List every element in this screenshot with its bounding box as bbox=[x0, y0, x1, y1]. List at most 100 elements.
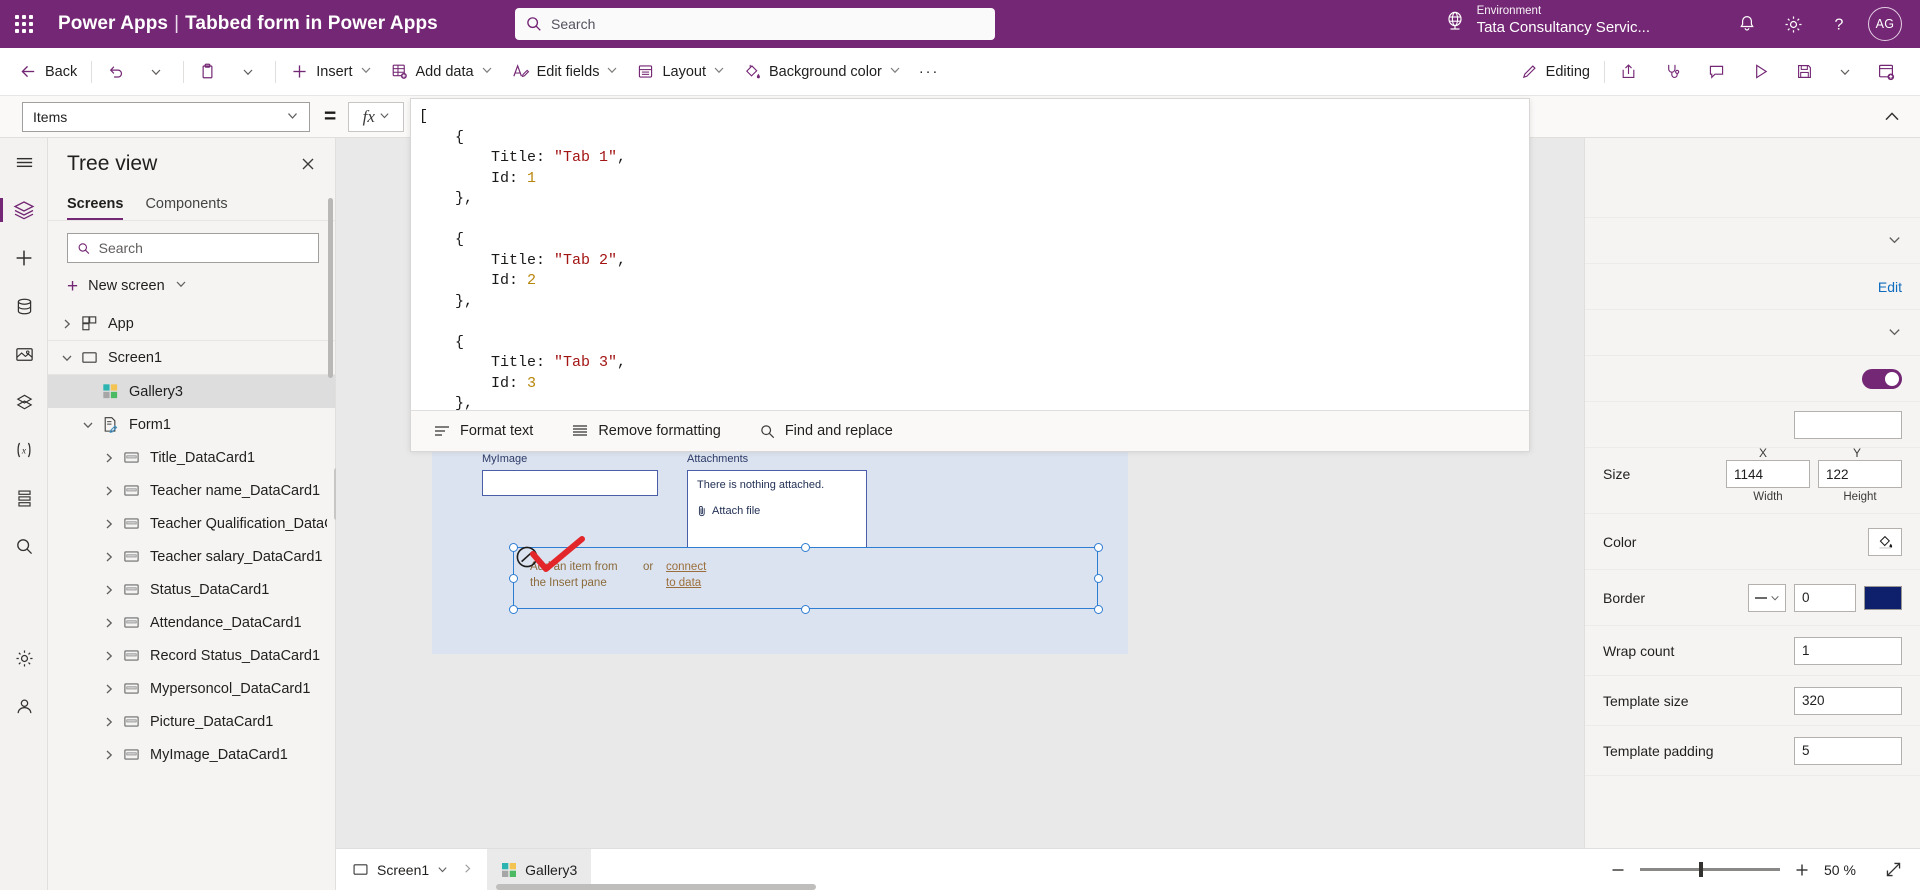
collapse-formula-bar-button[interactable] bbox=[1878, 103, 1906, 131]
property-row-collapse-2[interactable] bbox=[1585, 310, 1920, 356]
breadcrumb-screen[interactable]: Screen1 bbox=[352, 861, 448, 878]
chevron-right-icon[interactable] bbox=[103, 584, 115, 596]
tree-search-input[interactable] bbox=[98, 240, 309, 256]
myimage-input-box[interactable] bbox=[482, 470, 658, 496]
layout-button[interactable]: Layout bbox=[627, 54, 734, 90]
formula-editor[interactable]: [ { Title: "Tab 1", Id: 1 }, { Title: "T… bbox=[410, 98, 1530, 450]
resize-handle-e[interactable] bbox=[1094, 574, 1103, 583]
tree-item-record-status-datacard1[interactable]: Record Status_DataCard1 bbox=[48, 639, 335, 672]
tree-item-twisty[interactable] bbox=[56, 318, 78, 330]
rail-power-automate-icon[interactable] bbox=[0, 378, 48, 426]
gallery-placeholder-connect[interactable]: connect to data bbox=[666, 560, 736, 591]
chevron-right-icon[interactable] bbox=[103, 749, 115, 761]
tree-item-screen1[interactable]: Screen1 bbox=[48, 341, 335, 374]
rail-tree-view-icon[interactable] bbox=[0, 186, 48, 234]
tree-item-twisty[interactable] bbox=[98, 518, 120, 530]
zoom-out-button[interactable] bbox=[1606, 858, 1630, 882]
generic-value-field[interactable] bbox=[1794, 410, 1902, 439]
insert-button[interactable]: Insert bbox=[281, 54, 380, 90]
border-style-select[interactable] bbox=[1748, 583, 1786, 612]
tree-item-teacher-salary-datacard1[interactable]: Teacher salary_DataCard1 bbox=[48, 540, 335, 573]
visible-toggle[interactable] bbox=[1862, 368, 1902, 389]
connect-to-data-link-2[interactable]: to data bbox=[666, 577, 701, 589]
tree-item-twisty[interactable] bbox=[77, 419, 99, 431]
find-and-replace-button[interactable]: Find and replace bbox=[753, 415, 899, 447]
bell-icon[interactable] bbox=[1724, 0, 1770, 48]
formula-code[interactable]: [ { Title: "Tab 1", Id: 1 }, { Title: "T… bbox=[411, 99, 1529, 415]
save-chevron-button[interactable] bbox=[1830, 54, 1867, 90]
tree-item-teacher-qualification-datacard1[interactable]: Teacher Qualification_DataCard1 bbox=[48, 507, 335, 540]
tab-components[interactable]: Components bbox=[145, 190, 227, 220]
resize-handle-n[interactable] bbox=[801, 543, 810, 552]
chevron-right-icon[interactable] bbox=[103, 518, 115, 530]
share-button[interactable] bbox=[1610, 54, 1654, 90]
waffle-icon[interactable] bbox=[0, 0, 48, 48]
undo-chevron-button[interactable] bbox=[141, 54, 178, 90]
editing-mode-button[interactable]: Editing bbox=[1511, 54, 1599, 90]
tree-scrollbar[interactable] bbox=[328, 138, 333, 890]
tree-item-teacher-name-datacard1[interactable]: Teacher name_DataCard1 bbox=[48, 474, 335, 507]
paste-chevron-button[interactable] bbox=[233, 54, 270, 90]
tree-item-twisty[interactable] bbox=[98, 617, 120, 629]
attachments-box[interactable]: There is nothing attached. Attach file bbox=[687, 470, 867, 548]
new-screen-button[interactable]: + New screen bbox=[67, 269, 257, 303]
chevron-down-icon[interactable] bbox=[1887, 324, 1902, 342]
gallery-selection-frame[interactable]: Add an item from the Insert pane or conn… bbox=[513, 547, 1098, 609]
tree-scroll-thumb[interactable] bbox=[328, 198, 333, 378]
resize-handle-ne[interactable] bbox=[1094, 543, 1103, 552]
tree-item-status-datacard1[interactable]: Status_DataCard1 bbox=[48, 573, 335, 606]
resize-handle-nw[interactable] bbox=[509, 543, 518, 552]
avatar[interactable]: AG bbox=[1868, 7, 1902, 41]
back-button[interactable]: Back bbox=[10, 54, 86, 90]
save-button[interactable] bbox=[1786, 54, 1830, 90]
edit-link[interactable]: Edit bbox=[1878, 279, 1902, 295]
tree-item-twisty[interactable] bbox=[98, 452, 120, 464]
rail-media-icon[interactable] bbox=[0, 330, 48, 378]
tree-item-twisty[interactable] bbox=[98, 716, 120, 728]
tree-item-twisty[interactable] bbox=[56, 352, 78, 364]
property-selector[interactable]: Items bbox=[22, 101, 310, 132]
question-mark-icon[interactable]: ? bbox=[1816, 0, 1862, 48]
zoom-slider-knob[interactable] bbox=[1698, 862, 1703, 877]
border-color-swatch[interactable] bbox=[1864, 585, 1902, 610]
tree-item-twisty[interactable] bbox=[98, 485, 120, 497]
more-commands-button[interactable]: ··· bbox=[910, 54, 949, 90]
app-checker-button[interactable] bbox=[1654, 54, 1698, 90]
tree-item-form1[interactable]: Form1 bbox=[48, 408, 335, 441]
chevron-right-icon[interactable] bbox=[103, 485, 115, 497]
template-padding-input[interactable]: 5 bbox=[1794, 736, 1902, 765]
remove-formatting-button[interactable]: Remove formatting bbox=[565, 415, 727, 447]
tree-item-app[interactable]: App bbox=[48, 307, 335, 340]
rail-data-icon[interactable] bbox=[0, 282, 48, 330]
tree-item-twisty[interactable] bbox=[98, 749, 120, 761]
zoom-slider[interactable] bbox=[1640, 862, 1780, 877]
publish-button[interactable] bbox=[1867, 54, 1912, 90]
close-icon[interactable] bbox=[297, 153, 319, 175]
gear-icon[interactable] bbox=[1770, 0, 1816, 48]
chevron-down-icon[interactable] bbox=[1887, 232, 1902, 250]
tree-item-picture-datacard1[interactable]: Picture_DataCard1 bbox=[48, 705, 335, 738]
height-input[interactable]: 122 bbox=[1818, 460, 1902, 488]
tree-item-twisty[interactable] bbox=[98, 584, 120, 596]
edit-fields-button[interactable]: Edit fields bbox=[502, 54, 628, 90]
rail-search-icon[interactable] bbox=[0, 522, 48, 570]
tree-item-title-datacard1[interactable]: Title_DataCard1 bbox=[48, 441, 335, 474]
environment-picker[interactable]: Environment Tata Consultancy Servic... bbox=[1442, 5, 1650, 37]
tree-item-mypersoncol-datacard1[interactable]: Mypersoncol_DataCard1 bbox=[48, 672, 335, 705]
chevron-right-icon[interactable] bbox=[103, 617, 115, 629]
resize-handle-se[interactable] bbox=[1094, 605, 1103, 614]
tree-item-attendance-datacard1[interactable]: Attendance_DataCard1 bbox=[48, 606, 335, 639]
connect-to-data-link[interactable]: connect bbox=[666, 561, 706, 573]
chevron-down-icon[interactable] bbox=[61, 352, 73, 364]
property-row-toggle[interactable] bbox=[1585, 356, 1920, 402]
width-input[interactable]: 1144 bbox=[1726, 460, 1810, 488]
preview-button[interactable] bbox=[1742, 54, 1786, 90]
chevron-down-icon[interactable] bbox=[82, 419, 94, 431]
color-swatch-button[interactable] bbox=[1868, 527, 1902, 556]
tree-item-twisty[interactable] bbox=[98, 551, 120, 563]
global-search[interactable] bbox=[515, 8, 995, 40]
chevron-right-icon[interactable] bbox=[103, 716, 115, 728]
form-canvas[interactable]: MyImage Attachments There is nothing att… bbox=[432, 444, 1128, 654]
tree-item-myimage-datacard1[interactable]: MyImage_DataCard1 bbox=[48, 738, 335, 771]
search-input[interactable] bbox=[551, 16, 985, 32]
